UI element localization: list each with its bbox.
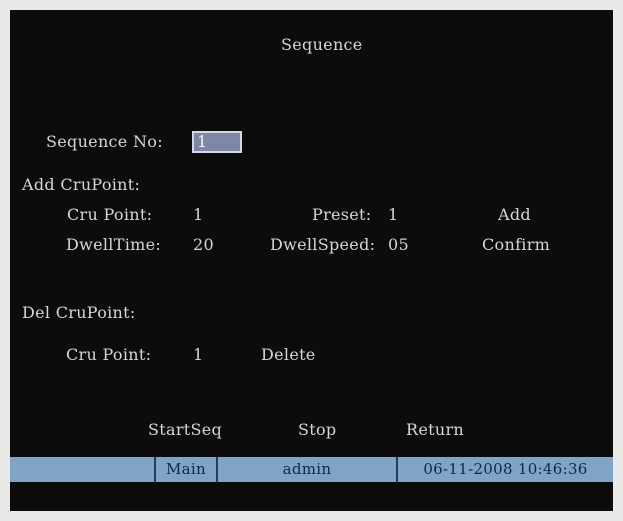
sequence-no-label: Sequence No:: [46, 132, 163, 151]
dwell-time-label: DwellTime:: [66, 235, 162, 254]
del-cru-point-value[interactable]: 1: [193, 345, 203, 365]
status-datetime: 06-11-2008 10:46:36: [396, 457, 613, 482]
stop-button[interactable]: Stop: [298, 420, 336, 440]
delete-button[interactable]: Delete: [261, 345, 316, 365]
add-button[interactable]: Add: [498, 205, 531, 225]
start-seq-button[interactable]: StartSeq: [148, 420, 222, 440]
del-cru-point-label: Cru Point:: [66, 345, 152, 364]
return-button[interactable]: Return: [406, 420, 464, 440]
preset-label: Preset:: [312, 205, 372, 224]
dvr-menu-screen: Sequence Sequence No: 1 Add CruPoint: Cr…: [10, 10, 613, 511]
add-crupoint-heading: Add CruPoint:: [22, 175, 141, 194]
dwell-speed-label: DwellSpeed:: [270, 235, 376, 254]
status-user: admin: [216, 457, 396, 482]
del-crupoint-heading: Del CruPoint:: [22, 303, 136, 322]
page-title: Sequence: [281, 35, 363, 54]
dwell-time-value[interactable]: 20: [193, 235, 214, 255]
sequence-no-input[interactable]: 1: [192, 131, 242, 153]
add-cru-point-label: Cru Point:: [67, 205, 153, 224]
status-bar: Main admin 06-11-2008 10:46:36: [10, 457, 613, 482]
add-cru-point-value[interactable]: 1: [193, 205, 203, 225]
preset-value[interactable]: 1: [388, 205, 398, 225]
status-menu: Main: [154, 457, 216, 482]
confirm-button[interactable]: Confirm: [482, 235, 550, 255]
dwell-speed-value[interactable]: 05: [388, 235, 409, 255]
